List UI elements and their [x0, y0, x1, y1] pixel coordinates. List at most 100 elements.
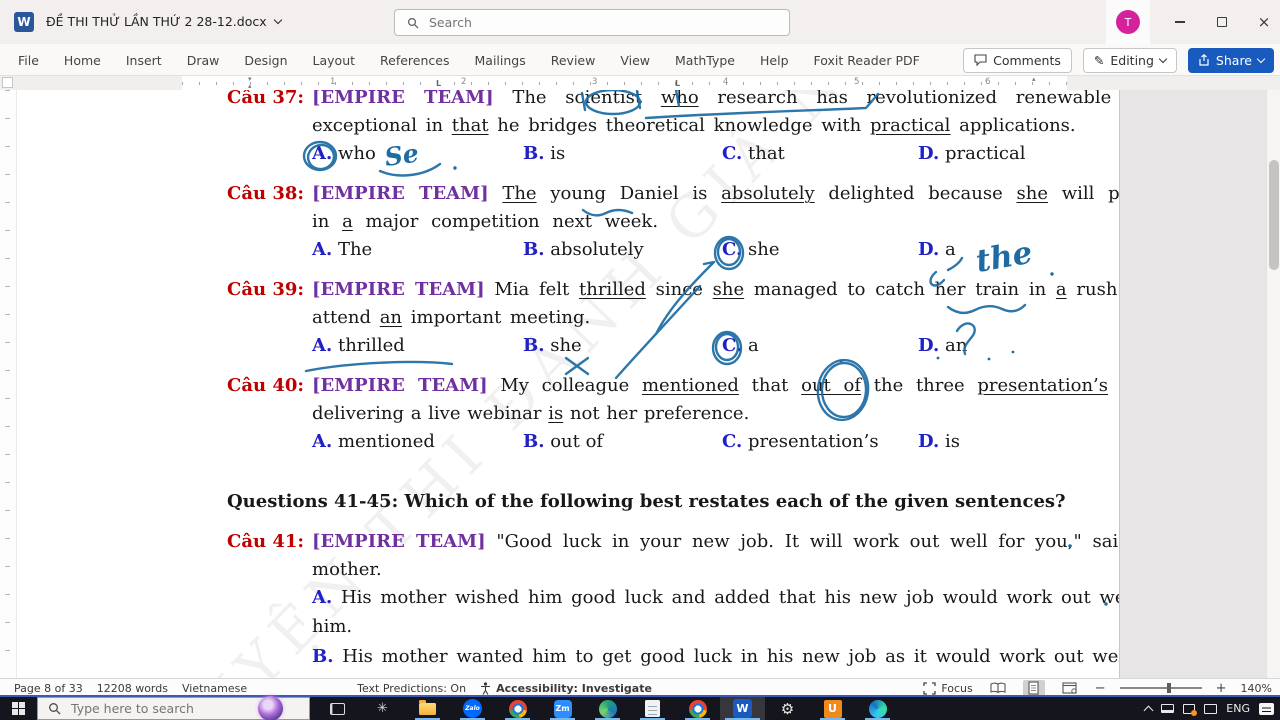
document-page[interactable]: LUYỆN THI ĐÁNH GIÁ NĂNG LỰC Câu 37: [EMPI…	[0, 90, 1120, 678]
zoom-slider-thumb[interactable]	[1167, 683, 1172, 693]
tray-expand-icon[interactable]	[1143, 705, 1154, 715]
zalo-icon[interactable]: Zalo	[450, 697, 495, 720]
horizontal-ruler[interactable]: 1 2 3 4 5 6	[0, 76, 1280, 90]
taskbar-search-input[interactable]	[69, 700, 249, 717]
question-38-options[interactable]: A. The B. absolutely C. she D. a	[312, 239, 1082, 265]
zoom-meeting-icon[interactable]: Zm	[540, 697, 585, 720]
question-40-options[interactable]: A. mentioned B. out of C. presentation’s D.…	[312, 431, 1082, 457]
start-button[interactable]	[0, 697, 36, 720]
notepad-icon[interactable]	[630, 697, 675, 720]
ribbon-tab-home[interactable]: Home	[64, 53, 101, 68]
browser-icon[interactable]	[585, 697, 630, 720]
option-39-c[interactable]: C. a	[722, 335, 759, 356]
question-label-40[interactable]: Câu 40:	[227, 375, 304, 396]
word-icon[interactable]: W	[720, 697, 765, 720]
read-mode-button[interactable]	[987, 680, 1009, 697]
indent-marker[interactable]: ▾ ▴	[248, 76, 252, 90]
option-39-d[interactable]: D. an	[918, 335, 967, 356]
vertical-ruler[interactable]	[0, 90, 17, 678]
accessibility-status[interactable]: Accessibility: Investigate	[480, 682, 652, 695]
tab-stop-marker[interactable]: L	[675, 79, 680, 88]
editing-mode-button[interactable]: ✎ Editing	[1082, 47, 1177, 73]
language-indicator[interactable]: Vietnamese	[182, 682, 247, 695]
unikey-icon[interactable]: U	[810, 697, 855, 720]
web-layout-button[interactable]	[1059, 680, 1081, 697]
question-40-line-1[interactable]: [EMPIRE TEAM] My colleague mentioned tha…	[312, 375, 1119, 396]
scrollbar-thumb[interactable]	[1269, 160, 1279, 270]
tray-display-icon[interactable]	[1204, 703, 1218, 714]
maximize-button[interactable]	[1202, 0, 1242, 44]
question-label-39[interactable]: Câu 39:	[227, 279, 304, 300]
answer-a-line-2[interactable]: him.	[312, 616, 352, 637]
question-38-line-1[interactable]: [EMPIRE TEAM] The young Daniel is absolu…	[312, 183, 1119, 204]
answer-b-line-1[interactable]: B. His mother wanted him to get good luc…	[312, 646, 1119, 667]
ribbon-tab-review[interactable]: Review	[551, 53, 596, 68]
vertical-scrollbar[interactable]	[1266, 90, 1280, 678]
focus-button[interactable]: Focus	[923, 682, 973, 695]
file-explorer-icon[interactable]	[405, 697, 450, 720]
ribbon-tab-foxit-reader-pdf[interactable]: Foxit Reader PDF	[814, 53, 920, 68]
option-40-a[interactable]: A. mentioned	[312, 431, 435, 452]
question-label-41[interactable]: Câu 41:	[227, 531, 304, 552]
coccoc-browser-icon[interactable]	[495, 697, 540, 720]
section-header[interactable]: Questions 41-45: Which of the following …	[227, 491, 1066, 512]
zoom-in-button[interactable]: +	[1216, 681, 1227, 696]
ribbon-tab-layout[interactable]: Layout	[313, 53, 356, 68]
ribbon-tab-draw[interactable]: Draw	[187, 53, 220, 68]
question-38-line-2[interactable]: in a major competition next week.	[312, 211, 658, 232]
print-layout-button[interactable]	[1022, 679, 1045, 697]
option-40-b[interactable]: B. out of	[523, 431, 603, 452]
settings-gear-icon[interactable]: ⚙	[765, 697, 810, 720]
page-indicator[interactable]: Page 8 of 33	[14, 682, 83, 695]
option-37-c[interactable]: C. that	[722, 143, 785, 164]
tray-laptop-icon[interactable]	[1161, 704, 1175, 713]
option-38-c[interactable]: C. she	[722, 239, 780, 260]
question-39-options[interactable]: A. thrilled B. she C. a D. an	[312, 335, 1082, 361]
ribbon-tab-help[interactable]: Help	[760, 53, 789, 68]
notification-center-icon[interactable]	[1259, 702, 1274, 715]
option-39-a[interactable]: A. thrilled	[312, 335, 405, 356]
zoom-out-button[interactable]: −	[1095, 681, 1106, 696]
task-view-icon[interactable]	[315, 697, 360, 720]
option-37-d[interactable]: D. practical	[918, 143, 1025, 164]
option-37-b[interactable]: B. is	[523, 143, 565, 164]
question-41-line-2[interactable]: mother.	[312, 559, 382, 580]
share-button[interactable]: Share	[1187, 47, 1274, 73]
question-37-options[interactable]: A. who B. is C. that D. practical	[312, 143, 1082, 169]
question-37-line-1[interactable]: [EMPIRE TEAM] The scientist who research…	[312, 90, 1119, 108]
question-37-line-2[interactable]: exceptional in that he bridges theoretic…	[312, 115, 1076, 136]
question-41-line-1[interactable]: [EMPIRE TEAM] "Good luck in your new job…	[312, 531, 1119, 552]
question-40-line-2[interactable]: delivering a live webinar is not her pre…	[312, 403, 749, 424]
document-title[interactable]: ĐỀ THI THỬ LẦN THỨ 2 28-12.docx	[46, 14, 282, 29]
cortana-icon[interactable]	[258, 696, 283, 720]
ribbon-tab-insert[interactable]: Insert	[126, 53, 162, 68]
answer-a-line-1[interactable]: A. His mother wished him good luck and a…	[312, 587, 1119, 608]
zoom-slider[interactable]	[1119, 683, 1202, 693]
comments-button[interactable]: Comments	[963, 47, 1072, 73]
option-39-b[interactable]: B. she	[523, 335, 582, 356]
ribbon-tab-view[interactable]: View	[620, 53, 650, 68]
edge-icon[interactable]	[855, 697, 900, 720]
text-predictions[interactable]: Text Predictions: On	[357, 682, 466, 695]
tray-update-icon[interactable]	[1183, 703, 1198, 716]
question-39-line-2[interactable]: attend an important meeting.	[312, 307, 590, 328]
close-button[interactable]: ×	[1244, 0, 1280, 44]
account-button[interactable]: T	[1106, 0, 1150, 44]
chrome-icon[interactable]	[675, 697, 720, 720]
language-switcher[interactable]: ENG	[1226, 702, 1250, 715]
option-38-a[interactable]: A. The	[312, 239, 372, 260]
option-38-b[interactable]: B. absolutely	[523, 239, 644, 260]
right-indent-marker[interactable]: ▴	[1032, 76, 1036, 83]
ribbon-tab-design[interactable]: Design	[244, 53, 287, 68]
minimize-button[interactable]	[1160, 0, 1200, 44]
ribbon-tab-mathtype[interactable]: MathType	[675, 53, 735, 68]
option-40-d[interactable]: D. is	[918, 431, 960, 452]
zoom-level[interactable]: 140%	[1241, 682, 1272, 695]
question-39-line-1[interactable]: [EMPIRE TEAM] Mia felt thrilled since sh…	[312, 279, 1119, 300]
ribbon-tab-file[interactable]: File	[18, 53, 39, 68]
question-label-37[interactable]: Câu 37:	[227, 90, 304, 108]
option-38-d[interactable]: D. a	[918, 239, 956, 260]
app-icon-dark[interactable]: ✳	[360, 697, 405, 720]
option-37-a[interactable]: A. who	[312, 143, 376, 164]
search-input[interactable]	[427, 14, 727, 31]
